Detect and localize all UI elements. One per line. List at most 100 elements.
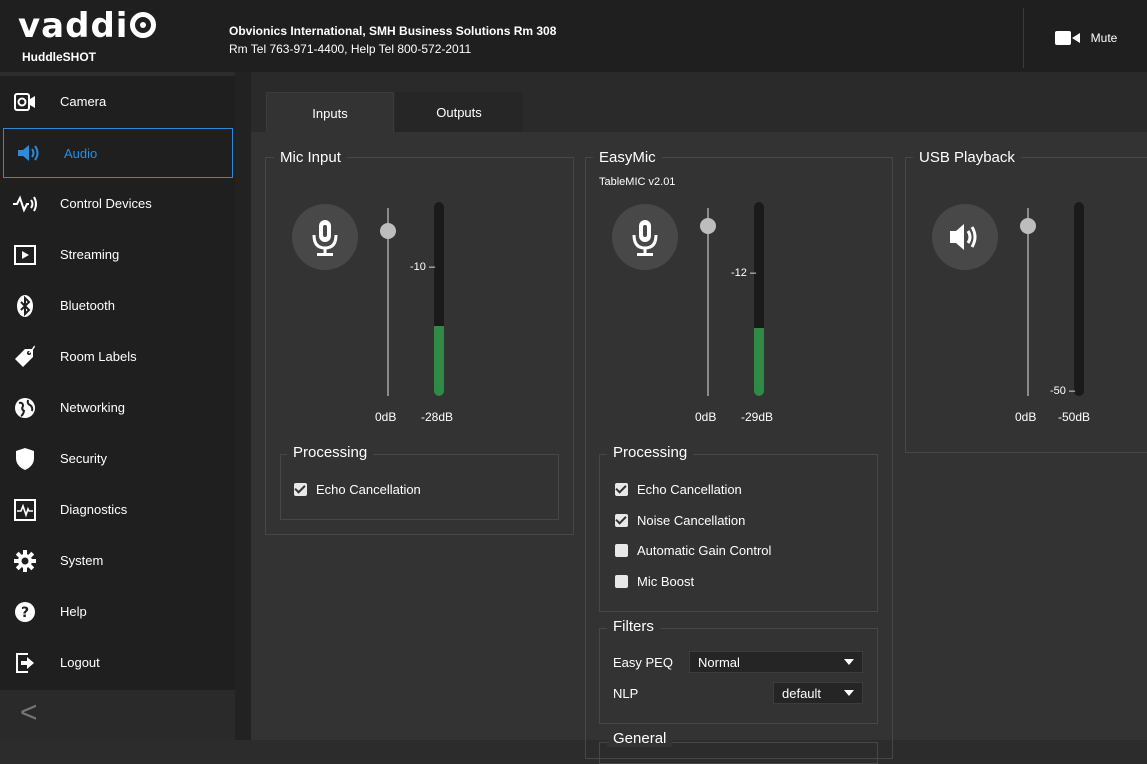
checkbox-label: Noise Cancellation [637, 513, 746, 528]
speaker-icon [950, 224, 977, 250]
sidebar-item-label: Networking [60, 400, 126, 415]
mic-level-meter [434, 202, 444, 396]
easymic-processing-title: Processing [607, 444, 694, 461]
sidebar-divider [235, 72, 251, 740]
usb-level-meter [1074, 202, 1084, 396]
tab-outputs[interactable]: Outputs [395, 92, 523, 132]
easymic-mic-boost-checkbox[interactable]: Mic Boost [615, 574, 694, 589]
microphone-icon [632, 220, 658, 256]
chevron-down-icon [844, 659, 854, 665]
sidebar-item-diagnostics[interactable]: Diagnostics [0, 484, 235, 535]
sidebar-item-security[interactable]: Security [0, 433, 235, 484]
easymic-level-meter-fill [754, 328, 764, 396]
sidebar-item-label: Room Labels [60, 349, 137, 364]
sidebar-item-label: Security [60, 451, 107, 466]
sidebar-item-bluetooth[interactable]: Bluetooth [0, 280, 235, 331]
sidebar-nav: Camera Audio Control Devices Streaming B… [0, 76, 235, 690]
usb-meter-mark-value: -50 [1050, 385, 1066, 397]
checkbox-box[interactable] [615, 514, 628, 527]
easymic-version: TableMIC v2.01 [599, 176, 676, 188]
bluetooth-icon [12, 293, 38, 319]
usb-level-value: -50dB [1058, 410, 1091, 424]
speaker-icon [16, 140, 42, 166]
header-bar: vaddi HuddleSHOT Obvionics International… [0, 0, 1147, 72]
mic-level-meter-fill [434, 326, 444, 396]
tag-icon [12, 344, 38, 370]
nlp-value: default [782, 685, 822, 701]
sidebar-item-logout[interactable]: Logout [0, 637, 235, 688]
easymic-agc-checkbox[interactable]: Automatic Gain Control [615, 543, 771, 558]
mic-mute-button[interactable] [292, 204, 358, 270]
sidebar-item-audio[interactable]: Audio [3, 128, 233, 178]
easy-peq-value: Normal [698, 654, 740, 670]
easymic-noise-cancellation-checkbox[interactable]: Noise Cancellation [615, 513, 745, 528]
globe-icon [12, 395, 38, 421]
audio-inputs-content: Mic Input -10 – 0dB -28dB Processing Ech… [251, 132, 1147, 764]
sidebar-item-label: Camera [60, 94, 107, 109]
tab-inputs[interactable]: Inputs [266, 92, 394, 133]
camera-icon [12, 89, 38, 115]
sidebar-item-label: Logout [60, 655, 100, 670]
checkbox-box[interactable] [294, 483, 307, 496]
checkbox-label: Automatic Gain Control [637, 543, 772, 558]
checkbox-label: Mic Boost [637, 574, 695, 589]
sidebar-item-help[interactable]: ? Help [0, 586, 235, 637]
sidebar-item-room-labels[interactable]: Room Labels [0, 331, 235, 382]
mic-processing-title: Processing [287, 444, 374, 461]
sidebar-item-control-devices[interactable]: Control Devices [0, 178, 235, 229]
mute-button[interactable]: Mute [1023, 8, 1147, 68]
chevron-left-icon: < [20, 696, 38, 729]
mic-input-title: Mic Input [274, 149, 347, 166]
sidebar-item-camera[interactable]: Camera [0, 76, 235, 127]
sidebar-item-streaming[interactable]: Streaming [0, 229, 235, 280]
logout-icon [12, 650, 38, 676]
easymic-title: EasyMic [593, 149, 662, 166]
easymic-mute-button[interactable] [612, 204, 678, 270]
sidebar-item-label: Diagnostics [60, 502, 128, 517]
sidebar-collapse-button[interactable]: < [0, 690, 235, 740]
nlp-label: NLP [613, 686, 639, 701]
easymic-gain-slider-track[interactable] [707, 208, 709, 396]
sidebar-item-label: Audio [64, 145, 98, 161]
control-devices-icon [12, 191, 38, 217]
usb-meter-mark: -50 – [1050, 385, 1076, 397]
mic-echo-cancellation-checkbox[interactable]: Echo Cancellation [294, 482, 421, 497]
easymic-meter-mark: -12 – [731, 267, 757, 279]
mic-gain-slider-knob[interactable] [380, 223, 396, 239]
sidebar-item-label: Control Devices [60, 196, 152, 211]
org-phone: Rm Tel 763-971-4400, Help Tel 800-572-20… [229, 42, 472, 56]
easymic-filters-title: Filters [607, 618, 660, 635]
easymic-gain-slider-knob[interactable] [700, 218, 716, 234]
gear-icon [12, 548, 38, 574]
sidebar-item-label: Streaming [60, 247, 120, 262]
checkbox-box[interactable] [615, 483, 628, 496]
sidebar-item-networking[interactable]: Networking [0, 382, 235, 433]
usb-gain-slider-knob[interactable] [1020, 218, 1036, 234]
easymic-echo-cancellation-checkbox[interactable]: Echo Cancellation [615, 482, 742, 497]
video-camera-icon [1054, 31, 1083, 45]
mic-meter-mark: -10 – [410, 261, 436, 273]
svg-text:?: ? [21, 605, 29, 621]
pulse-icon [12, 497, 38, 523]
sidebar-item-system[interactable]: System [0, 535, 235, 586]
usb-playback-mute-button[interactable] [932, 204, 998, 270]
nlp-select[interactable]: default [773, 682, 863, 704]
checkbox-label: Echo Cancellation [637, 482, 742, 497]
sidebar-item-label: System [60, 553, 104, 568]
checkbox-box[interactable] [615, 575, 628, 588]
vaddio-logo: vaddi HuddleSHOT [10, 6, 210, 68]
mic-level-value: -28dB [421, 410, 454, 424]
sidebar-item-label: Help [60, 604, 87, 619]
chevron-down-icon [844, 690, 854, 696]
easymic-general-title: General [607, 730, 673, 747]
microphone-icon [312, 220, 338, 256]
logo-o-mark [130, 12, 157, 38]
easymic-filters-group [599, 628, 878, 724]
checkbox-box[interactable] [615, 544, 628, 557]
play-icon [12, 242, 38, 268]
easy-peq-select[interactable]: Normal [689, 651, 863, 673]
usb-playback-title: USB Playback [913, 149, 1021, 166]
tab-bar: Inputs Outputs [251, 72, 1147, 133]
easymic-level-meter [754, 202, 764, 396]
usb-gain-slider-track[interactable] [1027, 208, 1029, 396]
